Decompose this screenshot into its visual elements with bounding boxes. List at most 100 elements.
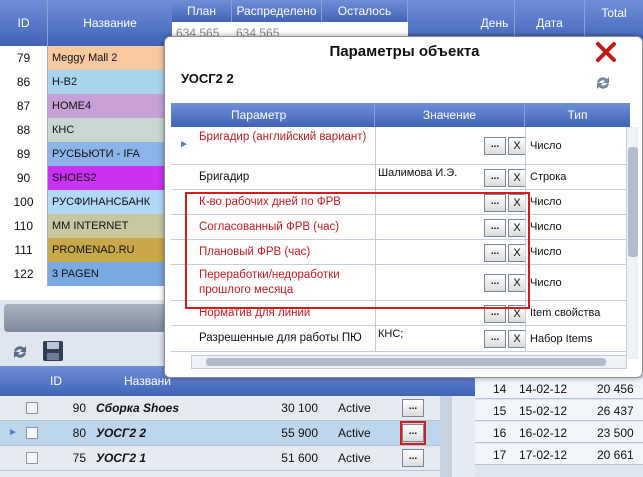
object-name-cell: HOME4 [48, 94, 172, 118]
param-value: КНС; [378, 328, 404, 340]
column-header-plan[interactable]: План [172, 0, 232, 22]
type-column-header[interactable]: Тип [525, 103, 630, 127]
date-row[interactable]: 17 17-02-12 20 661 [475, 444, 643, 465]
object-id: 88 [0, 118, 48, 142]
param-type: Число [525, 265, 625, 301]
total-cell: 26 437 [597, 404, 634, 418]
object-name-cell: РУСБЬЮТИ - IFA [48, 142, 172, 166]
task-row[interactable]: ► 80 УОСГ2 2 55 900 Active... [0, 421, 440, 446]
object-id: 79 [0, 46, 48, 70]
object-row[interactable]: 86 H-B2 [0, 70, 172, 94]
save-icon[interactable] [42, 340, 64, 362]
collapse-bar[interactable] [4, 304, 174, 332]
object-id: 89 [0, 142, 48, 166]
vscroll-thumb[interactable] [628, 147, 638, 257]
value-column-header[interactable]: Значение [375, 103, 525, 127]
object-id: 111 [0, 238, 48, 262]
object-name-cell: MM INTERNET [48, 214, 172, 238]
clear-value-button[interactable]: X [508, 169, 526, 187]
refresh-icon[interactable] [10, 342, 30, 362]
param-name: Бригадир [199, 171, 250, 183]
object-row[interactable]: 79 Meggy Mall 2 [0, 46, 172, 70]
task-checkbox[interactable] [26, 427, 38, 439]
current-row-arrow-icon: ► [179, 139, 189, 150]
date-row[interactable]: 16 16-02-12 23 500 [475, 422, 643, 443]
object-name-cell: H-B2 [48, 70, 172, 94]
params-vscrollbar[interactable] [626, 127, 638, 359]
object-name-cell: КНС [48, 118, 172, 142]
task-amount: 30 100 [281, 401, 318, 415]
task-checkbox[interactable] [26, 402, 38, 414]
dialog-title: Параметры объекта [329, 43, 480, 60]
column-header-name[interactable]: Название [48, 0, 172, 46]
task-name: Сборка Shoes [96, 401, 180, 415]
task-checkbox[interactable] [26, 452, 38, 464]
task-params-button[interactable]: ... [402, 449, 424, 467]
day-cell: 15 [493, 404, 507, 418]
object-name-cell: SHOES2 [48, 166, 172, 190]
param-column-header[interactable]: Параметр [171, 103, 375, 127]
param-type: Число [525, 127, 625, 165]
edit-value-button[interactable]: ... [484, 169, 506, 187]
date-row[interactable]: 15 15-02-12 26 437 [475, 400, 643, 421]
date-cell: 14-02-12 [519, 382, 568, 396]
object-row[interactable]: 111 PROMENAD.RU [0, 238, 172, 262]
param-type: Набор Items [525, 326, 625, 352]
task-status: Active [338, 451, 371, 465]
total-cell: 20 456 [597, 382, 634, 396]
param-value-cell[interactable]: КНС;... X [375, 326, 526, 352]
object-row[interactable]: 89 РУСБЬЮТИ - IFA [0, 142, 172, 166]
object-name: УОСГ2 2 [181, 71, 234, 86]
params-hscrollbar[interactable] [191, 355, 627, 369]
object-row[interactable]: 110 MM INTERNET [0, 214, 172, 238]
object-row[interactable]: 90 SHOES2 [0, 166, 172, 190]
task-params-button[interactable]: ... [402, 399, 424, 417]
param-type: Число [525, 215, 625, 240]
column-header-remaining[interactable]: Осталось [322, 0, 408, 22]
hscroll-thumb[interactable] [206, 358, 606, 366]
object-row[interactable]: 88 КНС [0, 118, 172, 142]
object-row[interactable]: 87 HOME4 [0, 94, 172, 118]
left-panel-footer [0, 300, 180, 336]
object-name-cell: 3 PAGEN [48, 262, 172, 286]
column-header-distributed[interactable]: Распределено [232, 0, 322, 22]
object-id: 86 [0, 70, 48, 94]
task-amount: 51 600 [281, 451, 318, 465]
param-value-cell[interactable]: Шалимова И.Э.... X [375, 165, 526, 190]
objects-grid: ID Название 79 Meggy Mall 2 86 H-B2 87 HOME4 8… [0, 0, 172, 300]
date-cell: 17-02-12 [519, 448, 568, 462]
clear-value-button[interactable]: X [508, 330, 526, 348]
param-row[interactable]: Бригадир Шалимова И.Э.... X Строка [171, 165, 630, 190]
column-header-id[interactable]: ID [0, 0, 48, 46]
refresh-params-icon[interactable] [593, 73, 613, 93]
date-cell: 15-02-12 [519, 404, 568, 418]
task-name: УОСГ2 2 [96, 426, 147, 440]
total-cell: 20 661 [597, 448, 634, 462]
date-row[interactable]: 14 14-02-12 20 456 [475, 378, 643, 399]
object-name-cell: РУСФИНАНСБАНК [48, 190, 172, 214]
param-type: Число [525, 190, 625, 215]
object-row[interactable]: 122 3 PAGEN [0, 262, 172, 286]
day-cell: 14 [493, 382, 507, 396]
close-icon[interactable] [595, 41, 617, 63]
current-row-arrow-icon: ► [8, 427, 18, 438]
task-amount: 55 900 [281, 426, 318, 440]
task-id: 90 [72, 401, 86, 415]
object-row[interactable]: 100 РУСФИНАНСБАНК [0, 190, 172, 214]
param-row[interactable]: Разрешенные для работы ПЮ КНС;... X Набор I… [171, 326, 630, 352]
edit-value-button[interactable]: ... [484, 137, 506, 155]
object-id: 110 [0, 214, 48, 238]
task-row[interactable]: 75 УОСГ2 1 51 600 Active... [0, 446, 440, 471]
total-cell: 23 500 [597, 426, 634, 440]
param-name: Разрешенные для работы ПЮ [199, 332, 362, 344]
object-id: 87 [0, 94, 48, 118]
highlight-button-frame [400, 421, 426, 445]
param-value-cell[interactable]: ... X [375, 127, 526, 165]
column-header-task-id[interactable]: ID [50, 374, 62, 388]
task-row[interactable]: 90 Сборка Shoes 30 100 Active... [0, 396, 440, 421]
column-header-task-name[interactable]: Названи [124, 374, 171, 388]
param-row[interactable]: ► Бригадир (английский вариант)... X Число [171, 127, 630, 165]
clear-value-button[interactable]: X [508, 137, 526, 155]
edit-value-button[interactable]: ... [484, 330, 506, 348]
tasks-scrollbar[interactable] [440, 396, 452, 477]
